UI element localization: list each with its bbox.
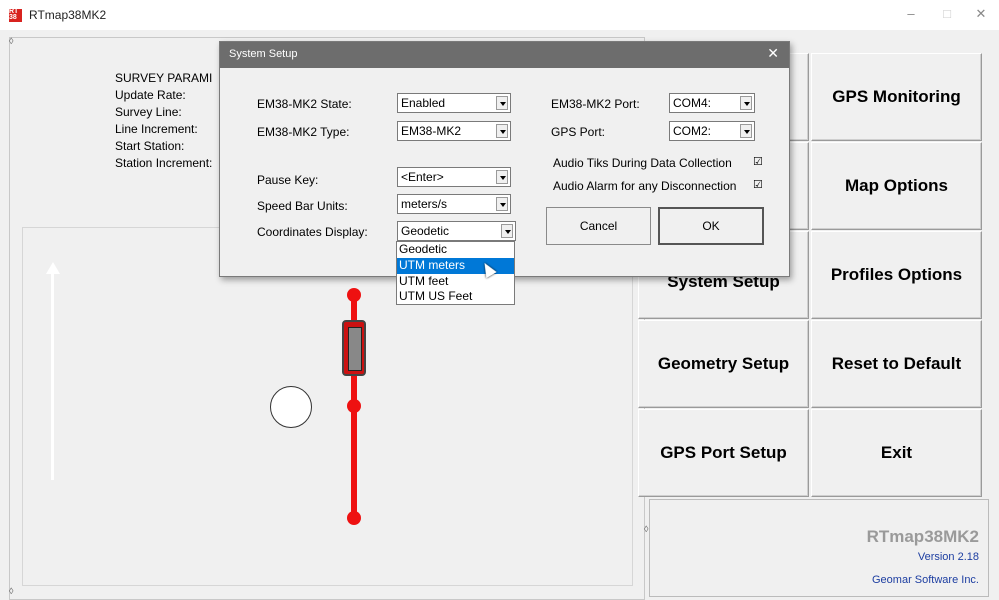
profiles-options-button[interactable]: Profiles Options (811, 231, 982, 319)
chevron-down-icon[interactable] (496, 96, 508, 110)
survey-line-label: Survey Line: (115, 105, 182, 119)
em38-port-label: EM38-MK2 Port: (551, 97, 640, 111)
geometry-setup-button[interactable]: Geometry Setup (638, 320, 809, 408)
audio-tiks-label: Audio Tiks During Data Collection (553, 156, 732, 170)
audio-alarm-label: Audio Alarm for any Disconnection (553, 179, 737, 193)
coords-option-utm-feet[interactable]: UTM feet (397, 274, 514, 290)
pause-key-select[interactable]: <Enter> (397, 167, 511, 187)
chevron-down-icon[interactable] (501, 224, 513, 238)
survey-update-rate-label: Update Rate: (115, 88, 186, 102)
minimize-button[interactable]: – (893, 6, 929, 26)
exit-button[interactable]: Exit (811, 409, 982, 497)
survey-start-station-label: Start Station: (115, 139, 185, 153)
audio-tiks-checkbox[interactable]: ☑ (753, 157, 763, 168)
close-button[interactable]: ✕ (963, 6, 999, 26)
ok-button[interactable]: OK (658, 207, 764, 245)
coords-option-utm-us-feet[interactable]: UTM US Feet (397, 289, 514, 305)
resize-grip-icon[interactable]: ◊ (644, 524, 648, 534)
app-version: Version 2.18 (917, 551, 979, 563)
survey-station-increment-label: Station Increment: (115, 156, 213, 170)
reset-to-default-button[interactable]: Reset to Default (811, 320, 982, 408)
direction-arrow-shaft (51, 270, 54, 480)
station-dot (347, 511, 361, 525)
chevron-down-icon[interactable] (740, 124, 752, 138)
gps-port-select[interactable]: COM2: (669, 121, 755, 141)
type-label: EM38-MK2 Type: (257, 125, 350, 139)
position-marker-icon (270, 386, 312, 428)
state-value: Enabled (401, 96, 446, 110)
map-canvas[interactable] (22, 227, 633, 586)
state-select[interactable]: Enabled (397, 93, 511, 113)
dialog-title: System Setup (229, 48, 298, 60)
maximize-button[interactable]: □ (929, 6, 965, 26)
pause-key-label: Pause Key: (257, 173, 319, 187)
survey-parameters: SURVEY PARAMI Update Rate: Survey Line: … (115, 70, 212, 172)
resize-grip-icon[interactable]: ◊ (9, 586, 13, 596)
speed-units-value: meters/s (401, 197, 448, 211)
app-name: RTmap38MK2 (866, 527, 979, 546)
window-titlebar: RT 38 RTmap38MK2 – □ ✕ (0, 0, 999, 30)
state-label: EM38-MK2 State: (257, 97, 352, 111)
gps-monitoring-button[interactable]: GPS Monitoring (811, 53, 982, 141)
pause-key-value: <Enter> (401, 170, 444, 184)
chevron-down-icon[interactable] (496, 170, 508, 184)
em38-instrument-icon (342, 320, 366, 376)
window-title: RTmap38MK2 (29, 8, 107, 22)
coords-display-label: Coordinates Display: (257, 225, 368, 239)
instrument-body (348, 327, 362, 371)
station-dot (347, 399, 361, 413)
map-options-button[interactable]: Map Options (811, 142, 982, 230)
station-dot (347, 288, 361, 302)
chevron-down-icon[interactable] (740, 96, 752, 110)
chevron-down-icon[interactable] (496, 197, 508, 211)
gps-port-label: GPS Port: (551, 125, 606, 139)
dialog-close-button[interactable]: ✕ (767, 45, 779, 62)
resize-grip-icon[interactable]: ◊ (9, 36, 13, 46)
audio-alarm-checkbox[interactable]: ☑ (753, 180, 763, 191)
type-select[interactable]: EM38-MK2 (397, 121, 511, 141)
coords-dropdown-list[interactable]: Geodetic UTM meters UTM feet UTM US Feet (396, 241, 515, 305)
coords-display-value: Geodetic (401, 224, 450, 238)
survey-heading: SURVEY PARAMI (115, 71, 213, 85)
survey-line-increment-label: Line Increment: (115, 122, 198, 136)
coords-display-select[interactable]: Geodetic (397, 221, 516, 241)
em38-port-select[interactable]: COM4: (669, 93, 755, 113)
chevron-down-icon[interactable] (496, 124, 508, 138)
speed-units-select[interactable]: meters/s (397, 194, 511, 214)
app-logo-icon: RT 38 (9, 8, 22, 22)
gps-port-setup-button[interactable]: GPS Port Setup (638, 409, 809, 497)
type-value: EM38-MK2 (401, 124, 462, 138)
cancel-button[interactable]: Cancel (546, 207, 651, 245)
speed-units-label: Speed Bar Units: (257, 199, 348, 213)
dialog-titlebar[interactable]: System Setup ✕ (220, 42, 789, 68)
company-name: Geomar Software Inc. (872, 574, 979, 586)
coords-option-geodetic[interactable]: Geodetic (397, 242, 514, 258)
